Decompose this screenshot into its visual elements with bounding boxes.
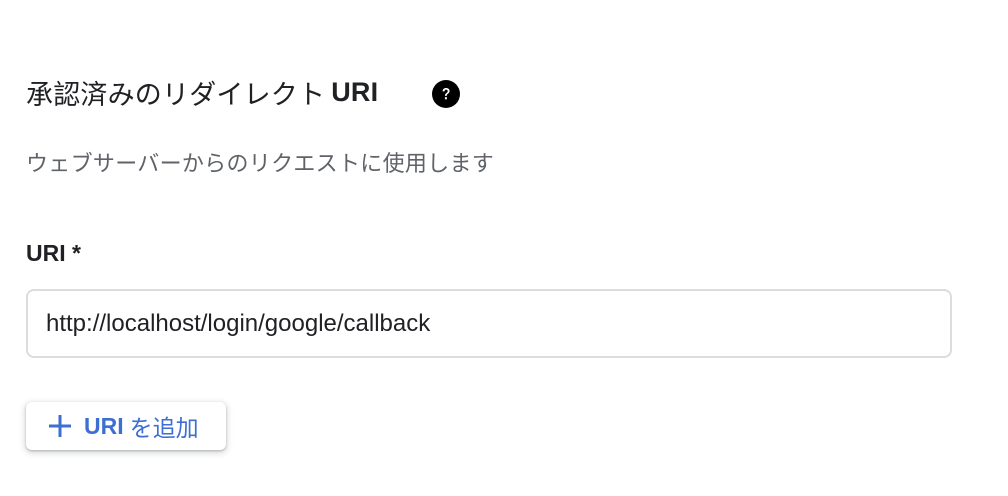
add-uri-button-label: を追加 [129,415,199,441]
section-title-uri: URI [331,76,379,107]
uri-input[interactable] [26,289,952,358]
section-subtitle: ウェブサーバーからのリクエストに使用します [26,151,495,176]
plus-icon [48,414,72,438]
add-uri-button[interactable]: URI を追加 [26,402,226,450]
section-title-text: 承認済みのリダイレクト [26,79,326,110]
section-title: 承認済みのリダイレクト URI [26,72,378,112]
question-mark-glyph [442,88,450,100]
uri-field-label: URI * [26,240,81,266]
help-icon[interactable] [432,80,460,108]
add-uri-button-label-uri: URI [84,412,124,439]
